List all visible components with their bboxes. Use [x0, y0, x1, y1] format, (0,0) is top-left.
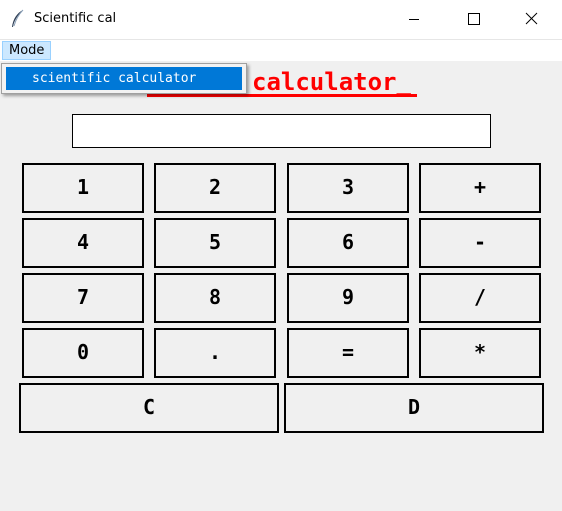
key-4[interactable]: 4 — [22, 218, 144, 268]
key-5[interactable]: 5 — [154, 218, 276, 268]
title-bar: Scientific cal — [0, 0, 562, 40]
key-multiply[interactable]: * — [419, 328, 541, 378]
minimize-icon[interactable] — [391, 0, 437, 39]
key-7[interactable]: 7 — [22, 273, 144, 323]
delete-button[interactable]: D — [284, 383, 544, 433]
clear-button[interactable]: C — [19, 383, 279, 433]
key-divide[interactable]: / — [419, 273, 541, 323]
key-equals[interactable]: = — [287, 328, 409, 378]
key-3[interactable]: 3 — [287, 163, 409, 213]
mode-dropdown-menu: scientific calculator — [1, 63, 247, 94]
window-title: Scientific cal — [34, 11, 117, 26]
key-1[interactable]: 1 — [22, 163, 144, 213]
calculator-display[interactable] — [72, 114, 491, 148]
key-9[interactable]: 9 — [287, 273, 409, 323]
maximize-icon[interactable] — [451, 0, 497, 39]
key-minus[interactable]: - — [419, 218, 541, 268]
menu-item-scientific-calculator[interactable]: scientific calculator — [6, 67, 242, 90]
page-title: calculator_ — [252, 68, 411, 96]
key-6[interactable]: 6 — [287, 218, 409, 268]
key-8[interactable]: 8 — [154, 273, 276, 323]
menu-mode[interactable]: Mode — [2, 41, 52, 60]
key-0[interactable]: 0 — [22, 328, 144, 378]
feather-icon — [12, 9, 24, 27]
menu-bar: Mode — [0, 40, 562, 61]
close-icon[interactable] — [508, 0, 554, 39]
title-underline — [147, 94, 417, 97]
key-2[interactable]: 2 — [154, 163, 276, 213]
key-decimal[interactable]: . — [154, 328, 276, 378]
key-plus[interactable]: + — [419, 163, 541, 213]
